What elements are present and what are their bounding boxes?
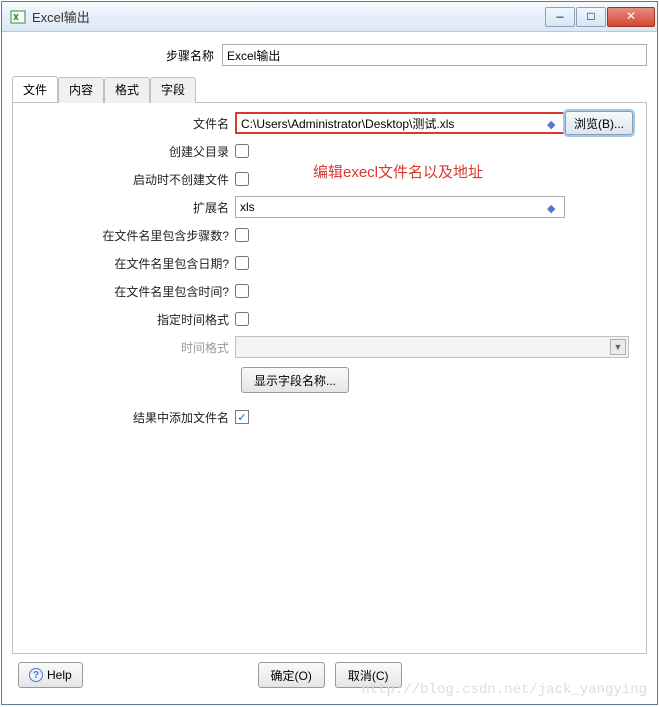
no-create-start-checkbox[interactable]	[235, 172, 249, 186]
minimize-button[interactable]: —	[545, 7, 575, 27]
filename-label: 文件名	[19, 115, 235, 132]
include-date-row: 在文件名里包含日期?	[19, 251, 640, 275]
maximize-button[interactable]: □	[576, 7, 606, 27]
timefmt-row: 时间格式 ▼	[19, 335, 640, 359]
step-name-input[interactable]	[222, 44, 647, 66]
help-icon: ?	[29, 668, 43, 682]
create-parent-checkbox[interactable]	[235, 144, 249, 158]
no-create-start-label: 启动时不创建文件	[19, 171, 235, 188]
add-filename-result-label: 结果中添加文件名	[19, 409, 235, 426]
bottom-bar: ? Help 确定(O) 取消(C)	[12, 654, 647, 696]
include-stepnr-label: 在文件名里包含步骤数?	[19, 227, 235, 244]
tab-format[interactable]: 格式	[104, 77, 150, 103]
content-area: 步骤名称 文件 内容 格式 字段 文件名 ◆ 浏览(B)... 编辑execl文…	[2, 32, 657, 704]
filename-row: 文件名 ◆ 浏览(B)...	[19, 111, 640, 135]
window-title: Excel输出	[32, 7, 544, 26]
step-name-row: 步骤名称	[12, 44, 647, 66]
timefmt-dropdown: ▼	[235, 336, 629, 358]
include-time-checkbox[interactable]	[235, 284, 249, 298]
include-time-label: 在文件名里包含时间?	[19, 283, 235, 300]
ok-button[interactable]: 确定(O)	[258, 662, 325, 688]
include-stepnr-row: 在文件名里包含步骤数?	[19, 223, 640, 247]
tab-pane-file: 文件名 ◆ 浏览(B)... 编辑execl文件名以及地址 创建父目录 启动时不…	[12, 103, 647, 654]
step-name-label: 步骤名称	[12, 47, 222, 64]
cancel-button[interactable]: 取消(C)	[335, 662, 402, 688]
extension-input[interactable]	[235, 196, 565, 218]
chevron-down-icon: ▼	[610, 339, 626, 355]
create-parent-row: 创建父目录	[19, 139, 640, 163]
timefmt-label: 时间格式	[19, 339, 235, 356]
specify-timefmt-label: 指定时间格式	[19, 311, 235, 328]
tab-strip: 文件 内容 格式 字段	[12, 76, 647, 103]
specify-timefmt-row: 指定时间格式	[19, 307, 640, 331]
browse-button[interactable]: 浏览(B)...	[565, 111, 633, 135]
titlebar[interactable]: Excel输出 — □ ✕	[2, 2, 657, 32]
no-create-start-row: 启动时不创建文件	[19, 167, 640, 191]
dialog-window: Excel输出 — □ ✕ 步骤名称 文件 内容 格式 字段 文件名 ◆ 浏览(…	[1, 1, 658, 705]
specify-timefmt-checkbox[interactable]	[235, 312, 249, 326]
add-filename-result-checkbox[interactable]: ✓	[235, 410, 249, 424]
help-label: Help	[47, 668, 72, 682]
create-parent-label: 创建父目录	[19, 143, 235, 160]
extension-row: 扩展名 ◆	[19, 195, 640, 219]
include-stepnr-checkbox[interactable]	[235, 228, 249, 242]
show-fields-row: 显示字段名称...	[19, 367, 640, 393]
extension-label: 扩展名	[19, 199, 235, 216]
include-date-checkbox[interactable]	[235, 256, 249, 270]
tab-fields[interactable]: 字段	[150, 77, 196, 103]
show-fieldnames-button[interactable]: 显示字段名称...	[241, 367, 349, 393]
filename-input[interactable]	[235, 112, 565, 134]
help-button[interactable]: ? Help	[18, 662, 83, 688]
tab-content[interactable]: 内容	[58, 77, 104, 103]
include-date-label: 在文件名里包含日期?	[19, 255, 235, 272]
excel-icon	[10, 9, 26, 25]
close-button[interactable]: ✕	[607, 7, 655, 27]
add-filename-result-row: 结果中添加文件名 ✓	[19, 405, 640, 429]
include-time-row: 在文件名里包含时间?	[19, 279, 640, 303]
window-controls: — □ ✕	[544, 7, 655, 27]
tab-file[interactable]: 文件	[12, 76, 58, 102]
